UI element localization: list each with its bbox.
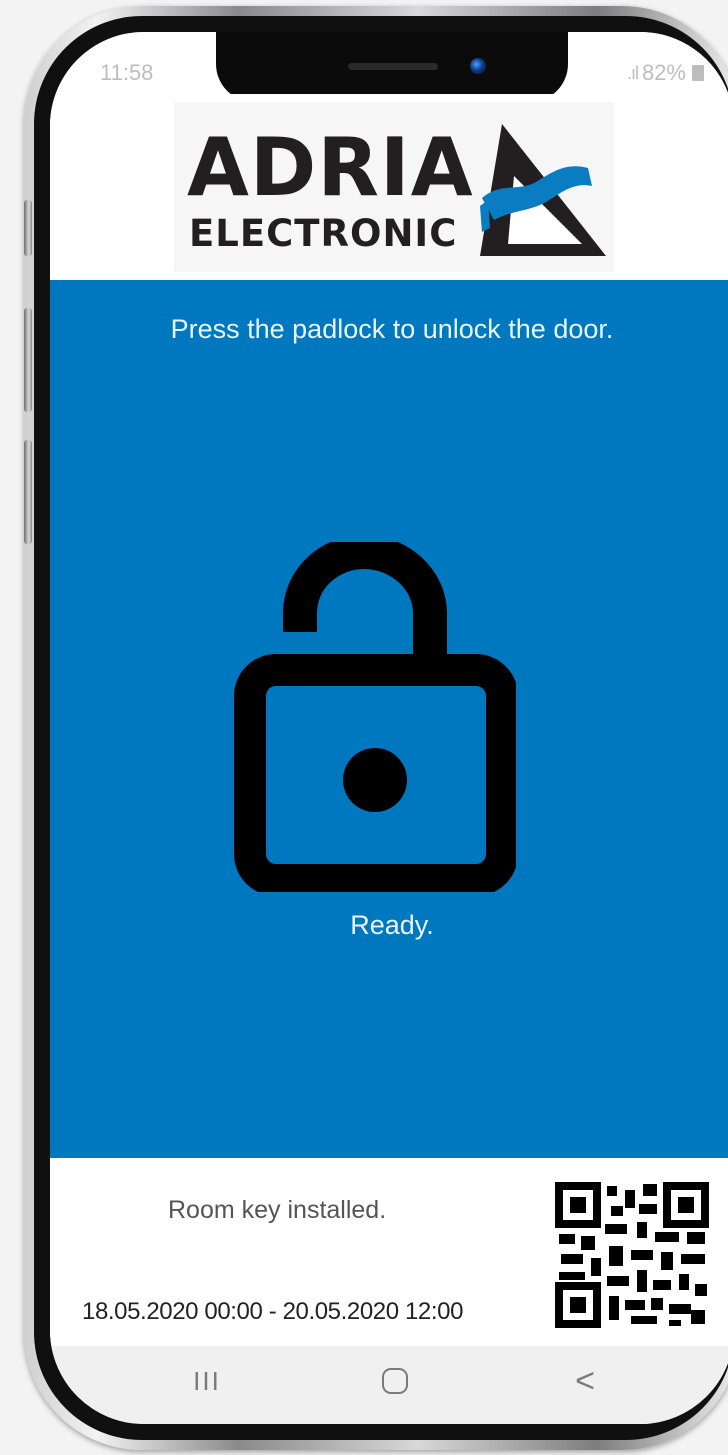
volume-up-button (24, 308, 32, 412)
app-header: ADRIA ELECTRONIC (50, 94, 728, 280)
unlock-instruction: Press the padlock to unlock the door. (170, 314, 614, 344)
key-status: Room key installed. (168, 1196, 387, 1224)
padlock-unlock-button[interactable] (234, 542, 516, 892)
home-button[interactable] (360, 1356, 430, 1406)
qr-code-graphic (555, 1182, 709, 1328)
status-time: 11:58 (100, 60, 154, 85)
status-indicators: .ıl 82% (627, 60, 704, 86)
battery-icon (692, 65, 704, 81)
lock-status: Ready. (350, 910, 434, 940)
camera-notch (216, 32, 568, 102)
key-validity-period: 18.05.2020 00:00 - 20.05.2020 12:00 (82, 1298, 464, 1325)
signal-icon: .ıl (626, 62, 639, 83)
brand-name-sub: ELECTRONIC (189, 212, 458, 255)
earpiece-speaker (348, 63, 438, 70)
system-nav-bar: III < (50, 1346, 728, 1424)
brand-name-main: ADRIA (187, 121, 474, 214)
brand-logo: ADRIA ELECTRONIC (174, 102, 614, 272)
padlock-open-icon (234, 542, 516, 892)
unlock-panel: Press the padlock to unlock the door. Re… (50, 280, 728, 1158)
recent-apps-button[interactable]: III (172, 1356, 242, 1406)
recent-apps-icon: III (193, 1365, 221, 1396)
volume-down-button (24, 440, 32, 544)
side-button (24, 200, 32, 256)
device-mockup: 11:58 .ıl 82% ADRIA ELECTRONIC Press the… (0, 0, 728, 1455)
back-button[interactable]: < (550, 1356, 620, 1406)
key-info-panel: Room key installed. 18.05.2020 00:00 - 2… (50, 1158, 728, 1346)
qr-code-icon (551, 1180, 713, 1330)
home-icon (382, 1368, 408, 1394)
front-camera (470, 58, 486, 74)
battery-percent: 82% (641, 60, 686, 85)
back-icon: < (575, 1361, 595, 1400)
adria-triangle-logo-icon (480, 124, 606, 256)
phone-screen: 11:58 .ıl 82% ADRIA ELECTRONIC Press the… (50, 32, 728, 1424)
